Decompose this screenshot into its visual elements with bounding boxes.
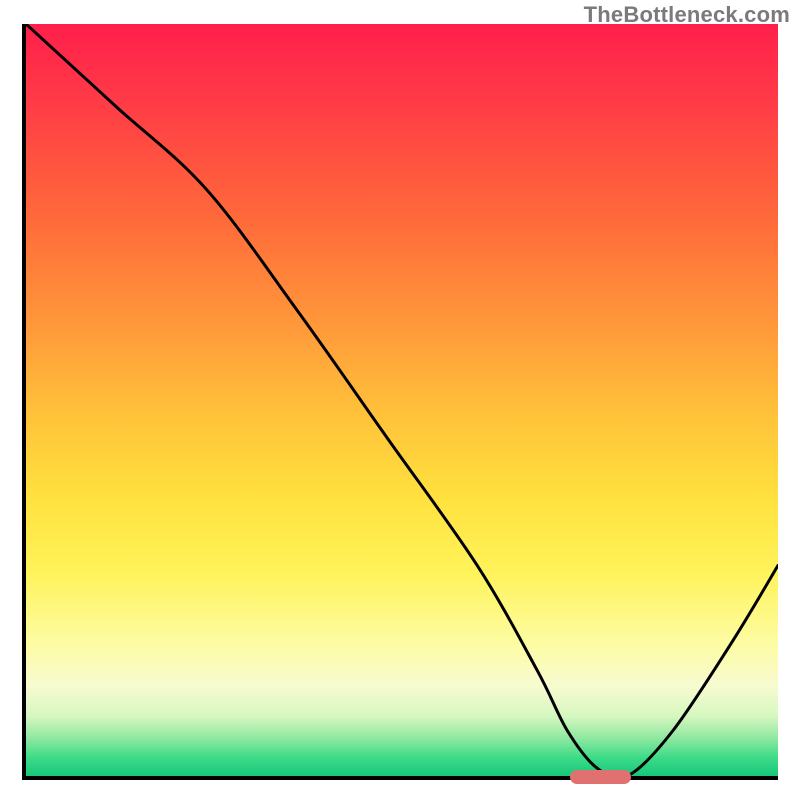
curve-path <box>26 24 778 776</box>
chart-stage: TheBottleneck.com <box>0 0 800 800</box>
plot-area <box>22 24 778 780</box>
curve-layer <box>26 24 778 776</box>
minimum-marker <box>570 770 630 784</box>
